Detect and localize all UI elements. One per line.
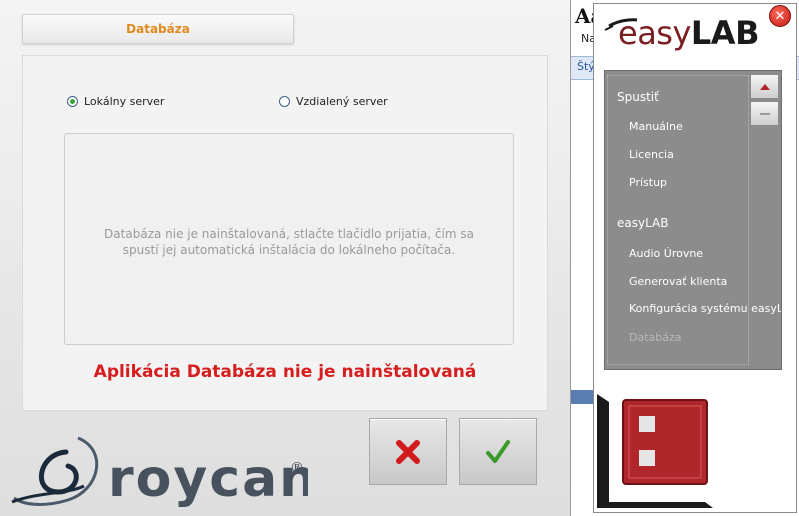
x-icon — [396, 439, 420, 464]
radio-local-label[interactable]: Lokálny server — [84, 95, 164, 108]
close-icon: ✕ — [774, 8, 786, 24]
scroll-down-button[interactable] — [750, 101, 779, 126]
info-message: Databáza nie je nainštalovaná, stlačte t… — [104, 227, 474, 257]
scroll-up-button[interactable] — [750, 74, 779, 99]
menu-item-manualne[interactable]: Manuálne — [629, 120, 683, 133]
menu-item-spustit[interactable]: Spustiť — [617, 90, 659, 104]
close-button[interactable]: ✕ — [769, 5, 791, 27]
easylab-graphic — [597, 394, 713, 508]
cancel-button[interactable] — [369, 418, 447, 485]
arrow-down-icon — [759, 112, 770, 115]
menu-item-clip: Konfigurácia systému easyLAB — [629, 302, 781, 318]
menu-item-pristup[interactable]: Prístup — [629, 176, 667, 189]
menu-item-licencia[interactable]: Licencia — [629, 148, 674, 161]
menu-item-easylab[interactable]: easyLAB — [617, 216, 669, 230]
easylab-brand: easyLAB — [618, 14, 759, 52]
database-dialog: Databáza Lokálny server Vzdialený server… — [0, 0, 571, 516]
tab-database[interactable]: Databáza — [22, 14, 294, 44]
menu-item-audio-urovne[interactable]: Audio Úrovne — [629, 247, 703, 260]
arrow-up-icon — [759, 83, 770, 90]
ok-button[interactable] — [459, 418, 537, 485]
menu-item-konfiguracia[interactable]: Konfigurácia systému easyLAB — [629, 302, 781, 315]
menu-item-databaza[interactable]: Databáza — [629, 331, 682, 344]
radio-local-circle[interactable] — [67, 96, 78, 107]
radio-remote-label[interactable]: Vzdialený server — [296, 95, 388, 108]
radio-local-server[interactable]: Lokálny server — [67, 95, 164, 108]
checkmark-icon — [486, 439, 510, 463]
radio-remote-server[interactable]: Vzdialený server — [279, 95, 388, 108]
roycan-wordmark: roycan — [108, 449, 308, 509]
registered-mark: ® — [290, 460, 304, 476]
roycan-logo: roycan ® — [11, 436, 308, 509]
radio-remote-circle[interactable] — [279, 96, 290, 107]
brand-easy: easy — [618, 14, 691, 52]
status-message: Aplikácia Databáza nie je nainštalovaná — [93, 362, 477, 382]
menu-item-generovat-klienta[interactable]: Generovať klienta — [629, 275, 727, 288]
radio-selected-dot — [70, 99, 75, 104]
info-box: Databáza nie je nainštalovaná, stlačte t… — [64, 133, 514, 345]
tab-database-label: Databáza — [126, 22, 190, 36]
brand-lab: LAB — [690, 14, 760, 52]
